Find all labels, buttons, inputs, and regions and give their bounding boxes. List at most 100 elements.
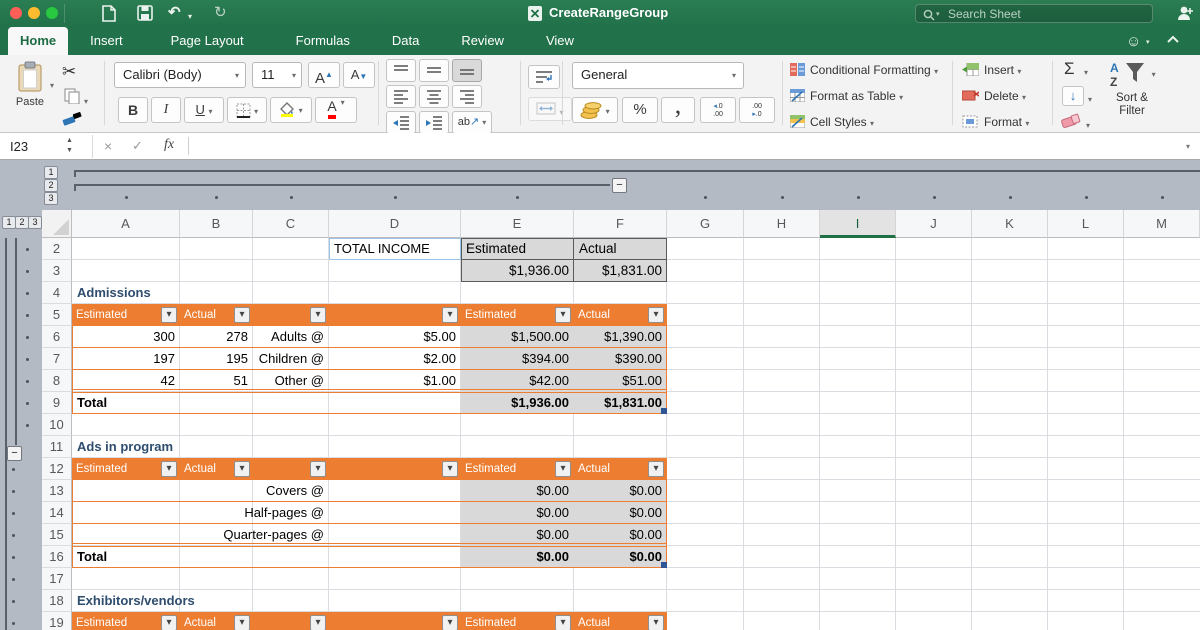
copy-icon[interactable]	[64, 88, 80, 104]
collapse-columns-button[interactable]: −	[612, 178, 627, 193]
increase-indent-button[interactable]	[419, 111, 449, 134]
search-sheet-input[interactable]: ▾ Search Sheet	[915, 4, 1153, 23]
underline-button[interactable]: U ▾	[184, 97, 224, 123]
cell-B6[interactable]: 278	[180, 326, 253, 348]
column-header-J[interactable]: J	[896, 210, 972, 238]
column-outline-level-3-button[interactable]: 3	[44, 192, 58, 205]
name-box-stepper[interactable]: ▲▼	[66, 136, 73, 156]
cell-D2[interactable]: TOTAL INCOME	[329, 238, 461, 260]
filter-dropdown-icon[interactable]: ▾	[442, 615, 458, 630]
tab-home[interactable]: Home	[8, 27, 68, 55]
cell-A18-section-title[interactable]: Exhibitors/vendors	[72, 590, 272, 612]
filter-dropdown-icon[interactable]: ▾	[161, 461, 177, 477]
tab-page-layout[interactable]: Page Layout	[159, 27, 256, 55]
cancel-icon[interactable]: ×	[104, 138, 112, 154]
row-outline-level-3-button[interactable]: 3	[28, 216, 42, 229]
tab-formulas[interactable]: Formulas	[284, 27, 362, 55]
decrease-decimal-button[interactable]: .00 ▸.0	[739, 97, 775, 123]
cell-styles-button[interactable]: Cell Styles ▾	[810, 115, 874, 129]
italic-button[interactable]: I	[151, 97, 181, 123]
cell-F13[interactable]: $0.00	[574, 480, 667, 502]
cell-A4-section-title[interactable]: Admissions	[72, 282, 252, 304]
filter-dropdown-icon[interactable]: ▾	[234, 307, 250, 323]
cell-D7[interactable]: $2.00	[329, 348, 461, 370]
column-header-A[interactable]: A	[72, 210, 180, 238]
format-as-table-button[interactable]: Format as Table ▾	[810, 89, 903, 103]
percent-style-button[interactable]: %	[622, 97, 658, 123]
search-scope-dropdown-icon[interactable]: ▾	[936, 6, 940, 23]
insert-function-icon[interactable]: fx	[164, 137, 174, 153]
cell-F8[interactable]: $51.00	[574, 370, 667, 392]
row-header-8[interactable]: 8	[42, 370, 72, 392]
column-header-B[interactable]: B	[180, 210, 253, 238]
column-header-H[interactable]: H	[744, 210, 820, 238]
filter-dropdown-icon[interactable]: ▾	[555, 461, 571, 477]
cell-A8[interactable]: 42	[72, 370, 180, 392]
format-cells-button[interactable]: Format ▾	[984, 115, 1029, 129]
autosum-dropdown-icon[interactable]: ▾	[1084, 64, 1088, 78]
cell-E14[interactable]: $0.00	[461, 502, 574, 524]
header-F12[interactable]: Actual	[578, 458, 610, 480]
save-icon[interactable]	[137, 5, 153, 21]
cell-E15[interactable]: $0.00	[461, 524, 574, 546]
header-E5[interactable]: Estimated	[465, 304, 516, 326]
header-F5[interactable]: Actual	[578, 304, 610, 326]
filter-dropdown-icon[interactable]: ▾	[648, 461, 664, 477]
row-header-19[interactable]: 19	[42, 612, 72, 630]
comma-style-button[interactable]: ,	[661, 97, 695, 123]
row-header-16[interactable]: 16	[42, 546, 72, 568]
tab-data[interactable]: Data	[380, 27, 431, 55]
align-top-button[interactable]	[386, 59, 416, 82]
tab-view[interactable]: View	[534, 27, 586, 55]
column-header-E[interactable]: E	[461, 210, 574, 238]
cell-F7[interactable]: $390.00	[574, 348, 667, 370]
cell-F16[interactable]: $0.00	[574, 546, 667, 568]
cell-A7[interactable]: 197	[72, 348, 180, 370]
font-size-select[interactable]: 11 ▾	[252, 62, 302, 88]
filter-dropdown-icon[interactable]: ▾	[648, 615, 664, 630]
borders-dropdown-icon[interactable]: ▾	[254, 107, 258, 116]
filter-dropdown-icon[interactable]: ▾	[310, 307, 326, 323]
cell-F6[interactable]: $1,390.00	[574, 326, 667, 348]
borders-button[interactable]: ▾	[227, 97, 267, 123]
collapse-ribbon-icon[interactable]	[1166, 35, 1180, 44]
header-A5[interactable]: Estimated	[76, 304, 127, 326]
cell-B7[interactable]: 195	[180, 348, 253, 370]
cell-E3[interactable]: $1,936.00	[461, 260, 574, 282]
column-header-M[interactable]: M	[1124, 210, 1200, 238]
row-header-18[interactable]: 18	[42, 590, 72, 612]
accounting-dropdown-icon[interactable]: ▾	[606, 107, 610, 116]
row-header-5[interactable]: 5	[42, 304, 72, 326]
underline-dropdown-icon[interactable]: ▾	[209, 107, 213, 116]
row-header-4[interactable]: 4	[42, 282, 72, 304]
cell-A9[interactable]: Total	[72, 392, 180, 414]
cell-C6[interactable]: Adults @	[253, 326, 329, 348]
cut-icon[interactable]: ✂	[62, 62, 76, 82]
close-window-button[interactable]	[10, 7, 22, 19]
cell-F3[interactable]: $1,831.00	[574, 260, 667, 282]
row-header-14[interactable]: 14	[42, 502, 72, 524]
cell-E9[interactable]: $1,936.00	[461, 392, 574, 414]
row-header-6[interactable]: 6	[42, 326, 72, 348]
header-F19[interactable]: Actual	[578, 612, 610, 630]
filter-dropdown-icon[interactable]: ▾	[234, 461, 250, 477]
zoom-window-button[interactable]	[46, 7, 58, 19]
row-header-17[interactable]: 17	[42, 568, 72, 590]
align-center-button[interactable]	[419, 85, 449, 108]
cell-A16[interactable]: Total	[72, 546, 180, 568]
sort-filter-button[interactable]: AZ ▾ Sort & Filter	[1100, 59, 1164, 118]
feedback-smiley-icon[interactable]: ☺	[1126, 33, 1141, 50]
header-B12[interactable]: Actual	[184, 458, 216, 480]
cell-A11-section-title[interactable]: Ads in program	[72, 436, 252, 458]
header-A12[interactable]: Estimated	[76, 458, 127, 480]
column-header-C[interactable]: C	[253, 210, 329, 238]
autosum-button[interactable]: Σ	[1064, 59, 1075, 79]
share-user-icon[interactable]	[1176, 4, 1195, 22]
accounting-format-button[interactable]: ▾	[572, 97, 618, 123]
font-color-button[interactable]: A ▾	[315, 97, 357, 123]
font-color-dropdown-icon[interactable]: ▾	[341, 98, 345, 107]
cell-A6[interactable]: 300	[72, 326, 180, 348]
header-B5[interactable]: Actual	[184, 304, 216, 326]
filter-dropdown-icon[interactable]: ▾	[442, 461, 458, 477]
undo-icon[interactable]: ↶	[168, 3, 181, 23]
